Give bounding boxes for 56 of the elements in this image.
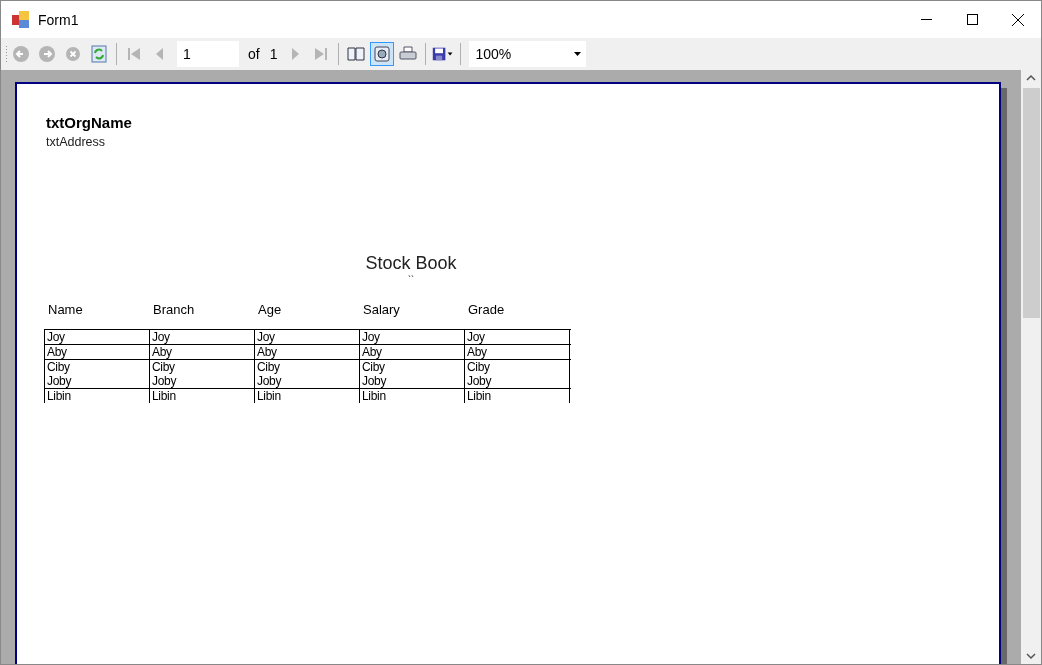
forward-icon <box>38 45 56 63</box>
org-name: txtOrgName <box>46 114 133 131</box>
pagesetup-button[interactable] <box>370 42 395 66</box>
first-page-icon <box>125 45 143 63</box>
book-icon <box>347 45 366 63</box>
page-total: 1 <box>269 46 278 62</box>
grip-icon <box>5 44 8 64</box>
table-cell: Joby <box>149 374 254 388</box>
caret-icon <box>574 52 582 56</box>
back-icon <box>12 45 30 63</box>
table-cell: Ciby <box>464 360 570 374</box>
table-cell: Aby <box>359 345 464 359</box>
page-number-field[interactable]: 1 <box>177 41 239 67</box>
refresh-icon <box>90 45 108 63</box>
table-cell: Joby <box>464 374 570 388</box>
report-title: Stock Book <box>364 253 458 274</box>
address-text: txtAddress <box>46 135 107 149</box>
report-subtitle: `` <box>407 274 415 284</box>
table-cell: Ciby <box>359 360 464 374</box>
column-header: Grade <box>467 302 506 317</box>
table-cell: Joy <box>44 330 149 344</box>
app-icon <box>12 10 30 29</box>
table-cell: Joby <box>254 374 359 388</box>
column-header: Age <box>257 302 283 317</box>
table-cell: Libin <box>149 389 254 403</box>
table-cell: Joy <box>149 330 254 344</box>
maximize-icon <box>966 14 978 25</box>
close-icon <box>1012 13 1024 26</box>
table-cell: Ciby <box>149 360 254 374</box>
stop-icon <box>64 45 82 63</box>
table-cell: Aby <box>254 345 359 359</box>
column-header: Salary <box>362 302 401 317</box>
page-setup-icon <box>373 45 392 63</box>
vertical-scrollbar[interactable] <box>1021 70 1041 664</box>
table-cell: Joby <box>44 374 149 388</box>
scroll-thumb[interactable] <box>1022 88 1040 318</box>
table-cell: Libin <box>44 389 149 403</box>
table-cell: Joy <box>254 330 359 344</box>
window-title: Form1 <box>38 11 80 28</box>
printer-icon <box>399 45 418 63</box>
table-cell: Aby <box>464 345 570 359</box>
column-header: Branch <box>152 302 196 317</box>
table-cell: Joy <box>359 330 464 344</box>
column-header: Name <box>47 302 84 317</box>
table-cell: Libin <box>359 389 464 403</box>
table-cell: Ciby <box>254 360 359 374</box>
table-cell: Aby <box>44 345 149 359</box>
table-cell: Aby <box>149 345 254 359</box>
save-icon <box>432 45 455 63</box>
table-cell: Joby <box>359 374 464 388</box>
table-cell: Libin <box>464 389 570 403</box>
table-cell: Ciby <box>44 360 149 374</box>
table-cell: Libin <box>254 389 359 403</box>
of-label: of <box>248 46 260 62</box>
table-cell: Joy <box>464 330 570 344</box>
zoom-dropdown[interactable]: 100% <box>469 41 587 67</box>
